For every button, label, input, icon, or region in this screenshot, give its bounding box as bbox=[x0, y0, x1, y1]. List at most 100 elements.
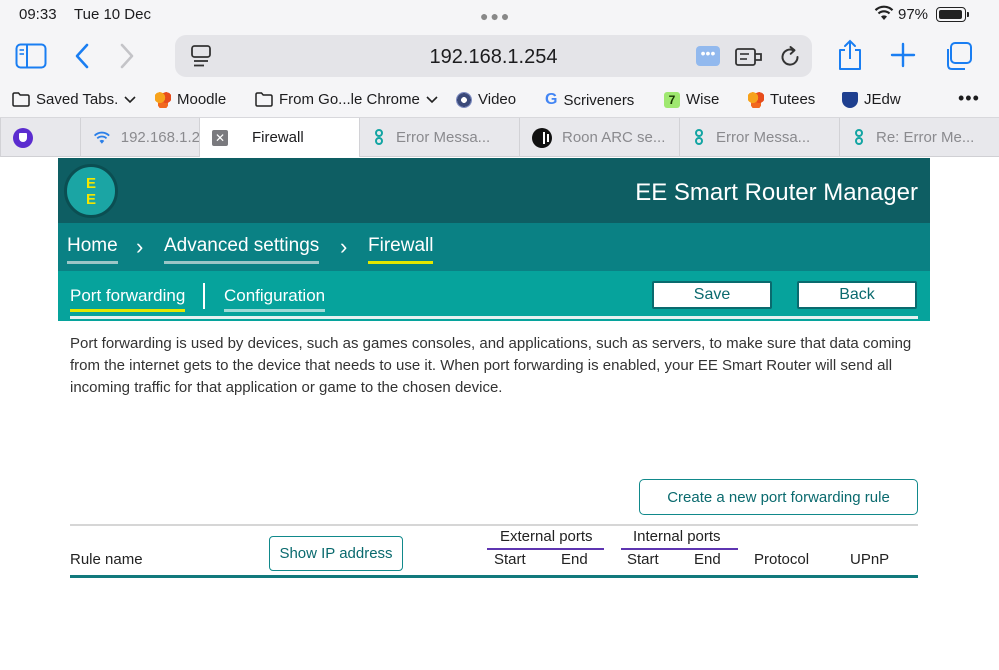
bookmark-label: Saved Tabs. bbox=[36, 91, 119, 108]
status-time: 09:33 bbox=[19, 6, 57, 23]
battery-level bbox=[938, 9, 962, 19]
tab-extension[interactable] bbox=[0, 118, 40, 157]
multitasking-dots-icon[interactable]: ●●● bbox=[480, 8, 511, 24]
chevron-right-icon: › bbox=[136, 234, 144, 259]
moodle-icon bbox=[155, 91, 171, 108]
ee-icon bbox=[692, 128, 706, 147]
column-protocol: Protocol bbox=[754, 551, 810, 568]
logo-letter: E bbox=[85, 175, 96, 192]
column-internal-start: Start bbox=[627, 551, 659, 568]
page-title: EE Smart Router Manager bbox=[635, 179, 918, 206]
bookmark-label: Tutees bbox=[770, 91, 816, 108]
internal-ports-underline bbox=[621, 548, 738, 550]
address-bar[interactable]: 192.168.1.254 ••• bbox=[175, 35, 812, 77]
bookmark-moodle[interactable]: Moodle bbox=[155, 91, 226, 108]
bookmark-label: Scriveners bbox=[563, 91, 635, 109]
router-header: E E EE Smart Router Manager bbox=[58, 158, 930, 223]
column-external-start: Start bbox=[494, 551, 526, 568]
close-tab-icon[interactable]: ✕ bbox=[212, 129, 228, 146]
bookmarks-bar: Saved Tabs. Moodle From Go...le Chrome V… bbox=[0, 85, 999, 117]
column-internal-end: End bbox=[694, 551, 721, 568]
moodle-icon bbox=[748, 91, 764, 108]
tab-label: Re: Error Me... bbox=[876, 129, 975, 146]
bookmark-jedw[interactable]: JEdw bbox=[842, 91, 901, 108]
ee-logo[interactable]: E E bbox=[64, 164, 118, 218]
logo-letter: E bbox=[85, 191, 96, 208]
tab-label: Error Messa... bbox=[396, 129, 491, 146]
reload-icon[interactable] bbox=[778, 45, 802, 74]
tab-error-message-1[interactable]: Error Messa... bbox=[359, 118, 519, 157]
back-icon[interactable] bbox=[73, 42, 91, 75]
tab-label: Firewall bbox=[252, 129, 304, 146]
bookmark-label: Wise bbox=[686, 91, 720, 108]
breadcrumb-advanced-settings[interactable]: Advanced settings bbox=[164, 235, 320, 264]
tab-router-ip[interactable]: 192.168.1.2 bbox=[80, 118, 200, 157]
column-upnp: UPnP bbox=[850, 551, 890, 568]
back-button[interactable]: Back bbox=[797, 281, 917, 309]
tab-re-error-message[interactable]: Re: Error Me... bbox=[839, 118, 999, 157]
video-icon bbox=[456, 91, 472, 108]
battery-icon bbox=[936, 7, 969, 22]
forward-icon[interactable] bbox=[118, 42, 136, 75]
wifi-icon bbox=[874, 4, 894, 26]
tab-label: Error Messa... bbox=[716, 129, 811, 146]
subnav: Port forwarding Configuration Save Back bbox=[58, 271, 930, 321]
chevron-down-icon bbox=[124, 91, 136, 108]
tab-bar: 192.168.1.2 ✕ Firewall Error Messa... Ro… bbox=[0, 117, 999, 157]
breadcrumb: Home › Advanced settings › Firewall bbox=[58, 223, 930, 271]
column-external-end: End bbox=[561, 551, 588, 568]
folder-icon bbox=[12, 92, 30, 107]
port-forwarding-description: Port forwarding is used by devices, such… bbox=[70, 335, 912, 396]
roon-icon bbox=[532, 127, 552, 148]
tab-overview-icon[interactable] bbox=[943, 41, 973, 76]
column-group-internal-ports: Internal ports bbox=[633, 528, 721, 545]
bookmark-label: JEdw bbox=[864, 91, 901, 108]
ee-icon bbox=[852, 128, 866, 147]
status-bar: 09:33 Tue 10 Dec ●●● 97% bbox=[0, 0, 999, 30]
tab-label: Roon ARC se... bbox=[562, 129, 666, 146]
tab-error-message-2[interactable]: Error Messa... bbox=[679, 118, 839, 157]
tab-port-forwarding[interactable]: Port forwarding bbox=[70, 286, 186, 312]
subnav-divider bbox=[203, 283, 205, 309]
show-ip-address-button[interactable]: Show IP address bbox=[269, 536, 403, 571]
tab-configuration[interactable]: Configuration bbox=[224, 286, 326, 312]
column-group-external-ports: External ports bbox=[500, 528, 593, 545]
chevron-down-icon bbox=[426, 91, 438, 108]
column-rule-name: Rule name bbox=[70, 551, 143, 568]
extension-icon[interactable]: ••• bbox=[696, 46, 720, 66]
bookmark-tutees[interactable]: Tutees bbox=[748, 91, 815, 108]
folder-icon bbox=[255, 92, 273, 107]
subnav-underline bbox=[70, 316, 918, 319]
bookmark-from-google-chrome[interactable]: From Go...le Chrome bbox=[255, 91, 438, 108]
wise-icon: 7 bbox=[664, 91, 680, 108]
ee-icon bbox=[372, 128, 386, 147]
extension-icon bbox=[13, 127, 33, 148]
tab-label: 192.168.1.2 bbox=[120, 129, 200, 146]
table-header-bottom-border bbox=[70, 575, 918, 578]
browser-toolbar: 192.168.1.254 ••• bbox=[0, 30, 999, 85]
save-button[interactable]: Save bbox=[652, 281, 772, 309]
bookmark-label: Video bbox=[478, 91, 517, 108]
sidebar-icon[interactable] bbox=[15, 43, 47, 74]
wifi-icon bbox=[93, 131, 110, 144]
bookmark-scriveners[interactable]: G Scriveners bbox=[545, 91, 634, 109]
share-icon[interactable] bbox=[837, 39, 863, 76]
bookmark-wise[interactable]: 7 Wise bbox=[664, 91, 719, 108]
external-ports-underline bbox=[487, 548, 604, 550]
bookmark-label: Moodle bbox=[177, 91, 227, 108]
chevron-right-icon: › bbox=[340, 234, 348, 259]
reader-view-icon[interactable] bbox=[735, 46, 763, 73]
status-date: Tue 10 Dec bbox=[74, 6, 151, 23]
create-rule-button[interactable]: Create a new port forwarding rule bbox=[639, 479, 918, 515]
new-tab-icon[interactable] bbox=[890, 42, 916, 73]
breadcrumb-firewall[interactable]: Firewall bbox=[368, 235, 434, 264]
tab-firewall[interactable]: ✕ Firewall bbox=[199, 118, 359, 157]
shield-icon bbox=[842, 91, 858, 108]
tab-roon-arc[interactable]: Roon ARC se... bbox=[519, 118, 679, 157]
more-bookmarks-icon[interactable]: ••• bbox=[958, 88, 980, 109]
table-header-top-border bbox=[70, 524, 918, 526]
bookmark-saved-tabs[interactable]: Saved Tabs. bbox=[12, 91, 136, 108]
breadcrumb-home[interactable]: Home bbox=[67, 235, 118, 264]
google-icon: G bbox=[545, 91, 558, 108]
bookmark-video[interactable]: Video bbox=[456, 91, 516, 108]
